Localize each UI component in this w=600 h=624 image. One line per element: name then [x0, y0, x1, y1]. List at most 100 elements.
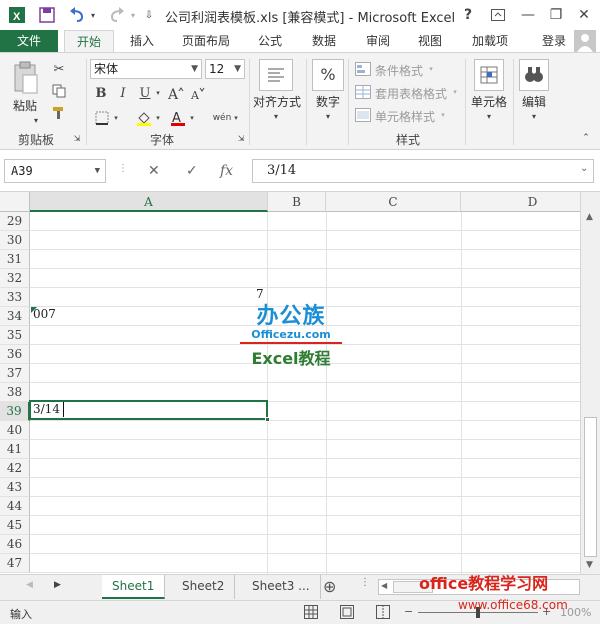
row-header[interactable]: 37 [0, 364, 30, 383]
tab-view[interactable]: 视图 [408, 30, 452, 52]
vertical-scroll-thumb[interactable] [584, 417, 597, 557]
redo-icon[interactable] [106, 4, 128, 26]
number-label[interactable]: 数字 [310, 93, 346, 110]
scroll-down-icon[interactable]: ▼ [586, 560, 593, 570]
help-button[interactable]: ? [456, 3, 480, 27]
alignment-dropdown-icon[interactable]: ▾ [271, 111, 281, 121]
row-header[interactable]: 43 [0, 478, 30, 497]
row-header[interactable]: 34 [0, 307, 30, 326]
fill-handle[interactable] [265, 417, 270, 422]
excel-app-icon[interactable]: X [6, 4, 28, 26]
cut-icon[interactable]: ✂ [48, 59, 70, 79]
font-launcher-icon[interactable]: ⇲ [236, 133, 246, 143]
tab-formulas[interactable]: 公式 [248, 30, 292, 52]
tab-review[interactable]: 审阅 [356, 30, 400, 52]
row-header[interactable]: 40 [0, 421, 30, 440]
row-header[interactable]: 38 [0, 383, 30, 402]
customize-qat-icon[interactable]: ⇩ [142, 4, 156, 26]
alignment-label[interactable]: 对齐方式 [250, 93, 304, 110]
row-header[interactable]: 46 [0, 535, 30, 554]
minimize-button[interactable]: — [516, 3, 540, 27]
insert-function-icon[interactable]: fx [220, 163, 233, 179]
alignment-icon[interactable] [259, 59, 293, 91]
row-header[interactable]: 30 [0, 231, 30, 250]
column-header-b[interactable]: B [268, 192, 326, 212]
undo-dropdown-icon[interactable]: ▾ [88, 4, 98, 26]
shrink-font-icon[interactable]: A [188, 84, 208, 102]
paste-dropdown-icon[interactable]: ▾ [30, 115, 42, 125]
row-header[interactable]: 31 [0, 250, 30, 269]
avatar[interactable] [574, 30, 596, 52]
row-header[interactable]: 32 [0, 269, 30, 288]
format-as-table-dropdown-icon[interactable]: ▾ [450, 86, 460, 98]
new-sheet-icon[interactable]: ⊕ [323, 577, 336, 596]
format-painter-icon[interactable] [48, 103, 70, 123]
binoculars-icon[interactable] [519, 59, 549, 91]
paste-icon[interactable] [8, 59, 42, 99]
clipboard-launcher-icon[interactable]: ⇲ [72, 133, 82, 143]
expand-formula-bar-icon[interactable]: ⌄ [580, 163, 588, 174]
tab-home[interactable]: 开始 [64, 30, 114, 52]
cell-styles-button[interactable]: 单元格样式 [375, 108, 435, 125]
italic-button[interactable]: I [114, 84, 132, 102]
row-header[interactable]: 41 [0, 440, 30, 459]
vertical-scrollbar[interactable]: ▲ ▼ [580, 192, 600, 574]
percent-icon[interactable]: % [312, 59, 344, 91]
restore-button[interactable]: ❐ [544, 3, 568, 27]
font-color-dropdown-icon[interactable]: ▾ [188, 111, 196, 125]
scroll-tabs-left-icon[interactable]: ◀ [26, 580, 33, 590]
tab-insert[interactable]: 插入 [120, 30, 164, 52]
format-as-table-button[interactable]: 套用表格格式 [375, 85, 447, 102]
conditional-format-icon[interactable] [354, 61, 372, 77]
fill-color-icon[interactable] [134, 109, 154, 127]
row-header[interactable]: 42 [0, 459, 30, 478]
phonetic-dropdown-icon[interactable]: ▾ [232, 111, 240, 125]
cell-styles-icon[interactable] [354, 107, 372, 123]
fill-color-dropdown-icon[interactable]: ▾ [154, 111, 162, 125]
row-header[interactable]: 39 [0, 402, 30, 421]
cell-a34[interactable]: 007 [33, 307, 56, 321]
sheet-tab-2[interactable]: Sheet2 [172, 575, 236, 599]
sheet-tab-3[interactable]: Sheet3 ... [242, 575, 321, 599]
borders-icon[interactable] [92, 109, 112, 127]
collapse-ribbon-icon[interactable]: ⌃ [580, 133, 592, 143]
ribbon-display-options-icon[interactable] [486, 3, 510, 27]
cells-label[interactable]: 单元格 [467, 93, 511, 110]
row-header[interactable]: 44 [0, 497, 30, 516]
selected-cell-a39[interactable] [29, 400, 270, 422]
redo-dropdown-icon[interactable]: ▾ [128, 4, 138, 26]
row-header[interactable]: 35 [0, 326, 30, 345]
tab-addins[interactable]: 加载项 [462, 30, 518, 52]
row-header[interactable]: 33 [0, 288, 30, 307]
close-button[interactable]: ✕ [572, 3, 596, 27]
editing-label[interactable]: 编辑 [515, 93, 553, 110]
worksheet-grid[interactable]: A B C D 29 30 31 32 33 34 35 36 37 38 39 40 41 42 43 44… [0, 192, 580, 574]
formula-input[interactable]: 3/14 [252, 159, 594, 183]
row-header[interactable]: 29 [0, 212, 30, 231]
column-header-d[interactable]: D [461, 192, 580, 212]
zoom-out-button[interactable]: − [404, 605, 413, 618]
column-header-a[interactable]: A [30, 192, 268, 212]
undo-icon[interactable] [66, 4, 88, 26]
scroll-up-icon[interactable]: ▲ [586, 212, 593, 222]
cells-dropdown-icon[interactable]: ▾ [484, 111, 494, 121]
cells-icon[interactable] [474, 59, 504, 91]
page-layout-view-icon[interactable] [340, 605, 354, 622]
tab-page-layout[interactable]: 页面布局 [172, 30, 240, 52]
sheet-tab-1[interactable]: Sheet1 [102, 575, 166, 599]
page-break-view-icon[interactable] [376, 605, 390, 622]
cancel-icon[interactable]: ✕ [148, 163, 160, 179]
format-as-table-icon[interactable] [354, 84, 372, 100]
enter-icon[interactable]: ✓ [186, 163, 198, 179]
normal-view-icon[interactable] [304, 605, 318, 622]
select-all-corner[interactable] [0, 192, 30, 212]
signin-link[interactable]: 登录 [536, 30, 572, 52]
underline-dropdown-icon[interactable]: ▾ [154, 86, 162, 100]
font-size-combo[interactable]: 12 ▼ [205, 59, 245, 79]
underline-button[interactable]: U [136, 84, 154, 102]
phonetic-guide-icon[interactable]: wén [210, 109, 234, 127]
copy-icon[interactable] [48, 81, 70, 101]
name-box[interactable]: A39 ▼ [4, 159, 106, 183]
tab-split-grip-icon[interactable]: ⋮ [360, 577, 370, 588]
cell-a39[interactable]: 3/14 [33, 402, 60, 416]
